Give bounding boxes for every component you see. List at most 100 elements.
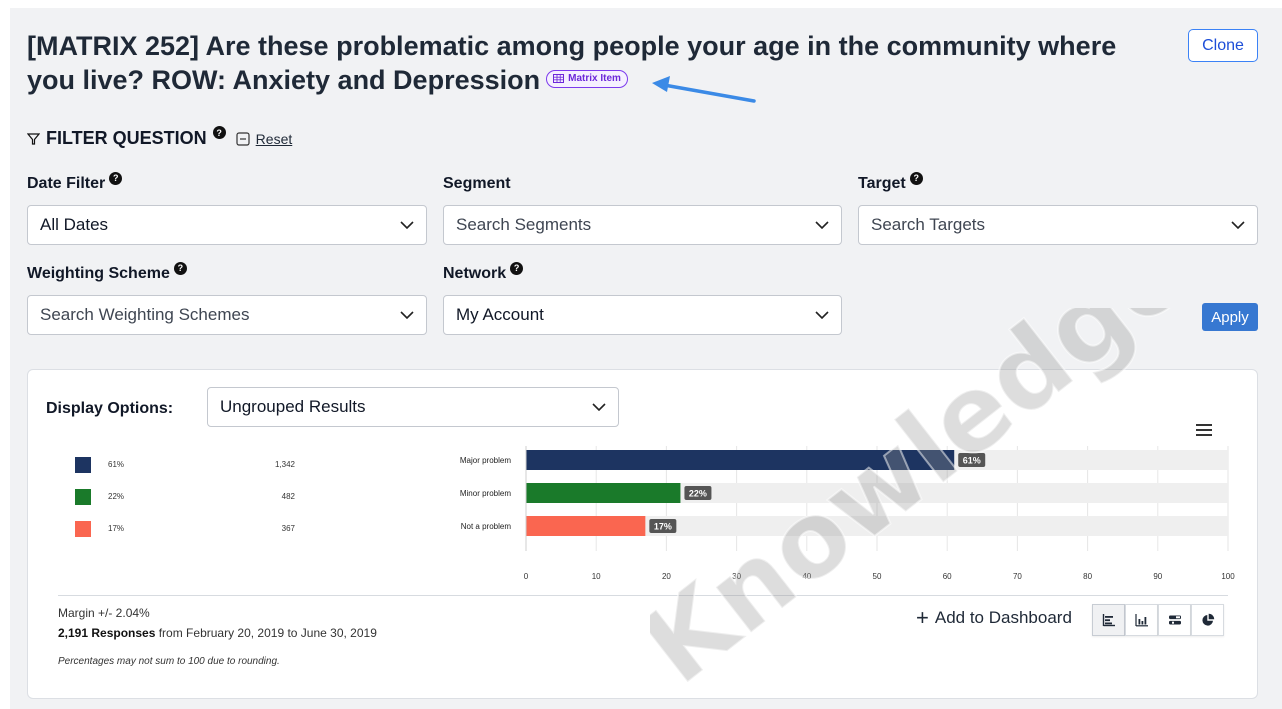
network-select[interactable]: My Account xyxy=(443,295,842,335)
category-label: Not a problem xyxy=(461,522,512,531)
collapse-icon[interactable] xyxy=(236,131,250,146)
chevron-down-icon xyxy=(400,221,414,229)
bar xyxy=(526,516,646,536)
x-tick-label: 70 xyxy=(1013,572,1022,580)
x-tick-label: 100 xyxy=(1221,572,1235,580)
bar xyxy=(526,450,955,470)
legend-percent: 17% xyxy=(108,524,125,533)
help-icon[interactable]: ? xyxy=(173,261,187,275)
divider xyxy=(58,595,1228,596)
legend-swatch xyxy=(75,457,91,473)
reset-link[interactable]: Reset xyxy=(256,131,293,147)
network-value: My Account xyxy=(456,305,544,324)
network-label: Network ? xyxy=(443,261,524,283)
chevron-down-icon xyxy=(592,403,606,411)
chart-menu-icon[interactable] xyxy=(1196,424,1212,439)
chart-view-toggle xyxy=(1092,604,1224,636)
filter-question-header: FILTER QUESTION ? Reset xyxy=(27,126,293,149)
x-tick-label: 80 xyxy=(1083,572,1092,580)
date-filter-label: Date Filter ? xyxy=(27,171,123,193)
legend-swatch xyxy=(75,489,91,505)
weighting-scheme-label: Weighting Scheme ? xyxy=(27,261,187,283)
chevron-down-icon xyxy=(815,221,829,229)
x-tick-label: 30 xyxy=(732,572,741,580)
legend-percent: 61% xyxy=(108,460,125,469)
pie-chart-view-button[interactable] xyxy=(1191,604,1224,636)
network-label-text: Network xyxy=(443,265,507,282)
x-tick-label: 0 xyxy=(524,572,529,580)
date-filter-select[interactable]: All Dates xyxy=(27,205,427,245)
segment-label-text: Segment xyxy=(443,175,511,192)
legend-row: 61% 1,342 xyxy=(75,456,295,474)
chevron-down-icon xyxy=(400,311,414,319)
x-tick-label: 60 xyxy=(943,572,952,580)
target-label: Target ? xyxy=(858,171,923,193)
horizontal-bar-icon xyxy=(1102,614,1115,627)
horizontal-bar-view-button[interactable] xyxy=(1092,604,1125,636)
display-options-select[interactable]: Ungrouped Results xyxy=(207,387,619,427)
responses-count: 2,191 Responses xyxy=(58,626,156,640)
help-icon[interactable]: ? xyxy=(212,126,226,139)
bar-chart: 0 10 20 30 40 50 60 70 80 90 100 Major problem 61% Mi… xyxy=(460,446,1235,580)
clone-button[interactable]: Clone xyxy=(1188,29,1258,62)
help-icon[interactable]: ? xyxy=(109,171,123,185)
apply-button[interactable]: Apply xyxy=(1202,303,1258,331)
target-placeholder: Search Targets xyxy=(871,215,986,234)
weighting-scheme-select[interactable]: Search Weighting Schemes xyxy=(27,295,427,335)
filter-question-title: FILTER QUESTION xyxy=(46,128,207,148)
display-options-value: Ungrouped Results xyxy=(220,397,366,416)
x-tick-label: 90 xyxy=(1153,572,1162,580)
segment-placeholder: Search Segments xyxy=(456,215,592,234)
annotation-arrow-icon xyxy=(652,76,756,103)
x-tick-label: 10 xyxy=(592,572,601,580)
data-label: 17% xyxy=(654,522,672,532)
x-tick-label: 50 xyxy=(873,572,882,580)
filter-icon xyxy=(27,132,40,145)
vertical-bar-icon xyxy=(1134,614,1148,627)
legend-count: 367 xyxy=(281,524,295,533)
legend-swatch xyxy=(75,521,91,537)
responses-date-range: from February 20, 2019 to June 30, 2019 xyxy=(155,626,377,640)
stacked-bar-icon xyxy=(1168,615,1181,625)
margin-of-error: Margin +/- 2.04% xyxy=(58,606,150,620)
data-label: 22% xyxy=(689,489,707,499)
matrix-item-badge: Matrix Item xyxy=(546,69,628,88)
chevron-down-icon xyxy=(1231,221,1245,229)
add-to-dashboard-label: Add to Dashboard xyxy=(934,608,1072,627)
rounding-note: Percentages may not sum to 100 due to ro… xyxy=(58,656,280,667)
stacked-bar-view-button[interactable] xyxy=(1158,604,1191,636)
category-label: Major problem xyxy=(460,456,511,465)
help-icon[interactable]: ? xyxy=(909,171,923,185)
weighting-label-text: Weighting Scheme xyxy=(27,265,170,282)
badge-label: Matrix Item xyxy=(568,72,621,84)
plus-icon: + xyxy=(916,605,929,630)
target-select[interactable]: Search Targets xyxy=(858,205,1258,245)
target-label-text: Target xyxy=(858,175,906,192)
pie-chart-icon xyxy=(1201,613,1214,626)
legend-count: 1,342 xyxy=(274,460,295,469)
segment-label: Segment xyxy=(443,175,511,193)
legend-row: 22% 482 xyxy=(75,488,295,506)
chevron-down-icon xyxy=(815,311,829,319)
x-tick-label: 20 xyxy=(662,572,671,580)
date-filter-label-text: Date Filter xyxy=(27,175,106,192)
legend-percent: 22% xyxy=(108,492,125,501)
page-title: [MATRIX 252] Are these problematic among… xyxy=(27,29,1167,97)
results-card: Display Options: Ungrouped Results 61% 1… xyxy=(27,369,1258,699)
page-background: [MATRIX 252] Are these problematic among… xyxy=(10,8,1282,709)
category-label: Minor problem xyxy=(460,489,511,498)
display-options-label: Display Options: xyxy=(46,400,174,417)
add-to-dashboard-button[interactable]: + Add to Dashboard xyxy=(916,605,1072,630)
vertical-bar-view-button[interactable] xyxy=(1125,604,1158,636)
weighting-placeholder: Search Weighting Schemes xyxy=(40,305,250,324)
bar xyxy=(526,483,681,503)
grid-icon xyxy=(553,74,565,84)
responses-summary: 2,191 Responses from February 20, 2019 t… xyxy=(58,626,377,640)
x-tick-label: 40 xyxy=(802,572,811,580)
segment-select[interactable]: Search Segments xyxy=(443,205,842,245)
legend-count: 482 xyxy=(281,492,295,501)
legend-row: 17% 367 xyxy=(75,520,295,538)
date-filter-value: All Dates xyxy=(40,215,109,234)
data-label: 61% xyxy=(963,456,981,466)
help-icon[interactable]: ? xyxy=(510,261,524,275)
